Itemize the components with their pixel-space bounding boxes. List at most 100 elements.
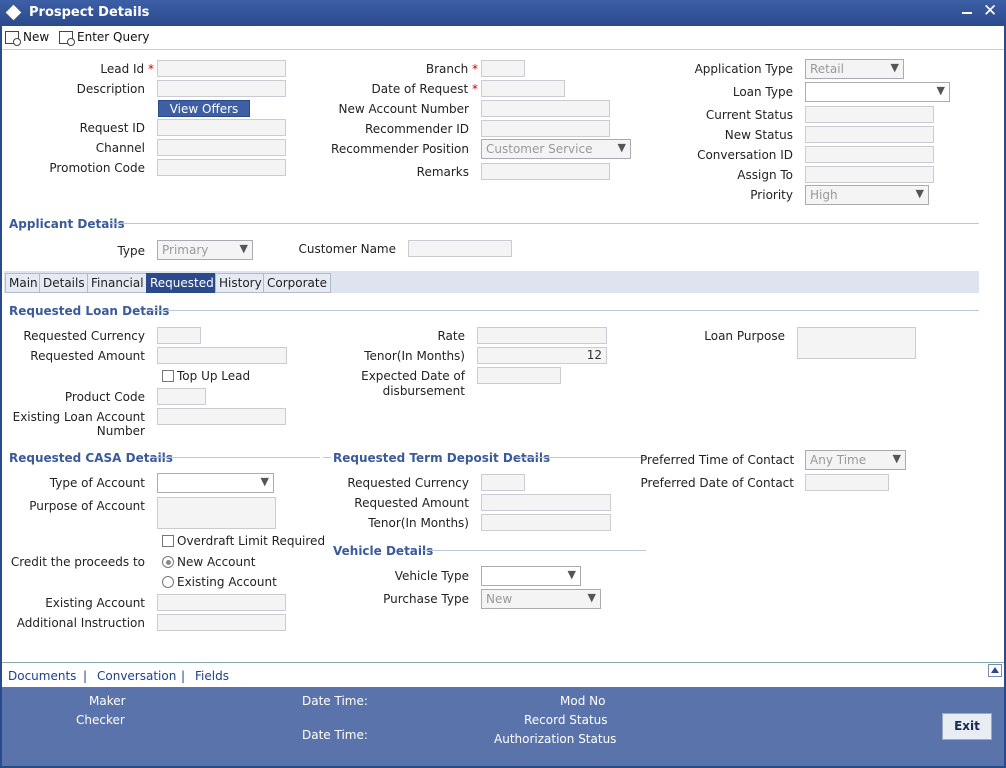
tab-requested[interactable]: Requested xyxy=(146,273,218,293)
channel-label: Channel xyxy=(95,141,145,155)
rate-input[interactable] xyxy=(477,327,607,344)
checker-datetime-label: Date Time: xyxy=(302,728,368,742)
application-type-select[interactable]: Retail ▼ xyxy=(805,59,904,79)
td-currency-input[interactable] xyxy=(481,474,525,491)
loan-purpose-label: Loan Purpose xyxy=(704,329,785,343)
exit-button[interactable]: Exit xyxy=(942,713,992,740)
remarks-label: Remarks xyxy=(416,165,469,179)
chevron-down-icon: ▼ xyxy=(567,568,576,581)
chevron-down-icon: ▼ xyxy=(892,452,901,465)
request-id-input[interactable] xyxy=(157,119,286,136)
minimize-icon[interactable] xyxy=(962,12,972,14)
product-code-input[interactable] xyxy=(157,388,206,405)
applicant-type-select[interactable]: Primary ▼ xyxy=(157,240,253,260)
existing-account-input[interactable] xyxy=(157,594,286,611)
lead-id-label: Lead Id * xyxy=(100,62,154,76)
record-status-label: Record Status xyxy=(524,713,608,727)
promotion-code-input[interactable] xyxy=(157,159,286,176)
credit-proceeds-label: Credit the proceeds to xyxy=(10,555,145,569)
chevron-down-icon: ▼ xyxy=(260,475,269,488)
conversation-link[interactable]: Conversation xyxy=(97,669,176,683)
section-divider xyxy=(422,550,646,551)
link-separator: | xyxy=(181,669,186,683)
preferred-time-label: Preferred Time of Contact xyxy=(640,453,795,467)
requested-amount-label: Requested Amount xyxy=(30,349,145,363)
link-separator: | xyxy=(83,669,88,683)
overdraft-limit-checkbox[interactable] xyxy=(162,535,174,547)
loan-purpose-input[interactable] xyxy=(797,327,916,359)
tenor-input[interactable]: 12 xyxy=(477,347,607,364)
requested-currency-input[interactable] xyxy=(157,327,201,344)
existing-account-radio[interactable] xyxy=(162,576,174,588)
vehicle-heading: Vehicle Details xyxy=(333,544,434,558)
purchase-type-select[interactable]: New ▼ xyxy=(481,589,601,609)
td-amount-input[interactable] xyxy=(481,494,611,511)
branch-label: Branch * xyxy=(425,62,478,76)
tab-details[interactable]: Details xyxy=(39,273,89,293)
new-account-radio[interactable] xyxy=(162,556,174,568)
applicant-type-label: Type xyxy=(117,244,145,258)
purpose-of-account-label: Purpose of Account xyxy=(29,499,145,513)
casa-heading: Requested CASA Details xyxy=(9,451,173,465)
lead-id-input[interactable] xyxy=(157,60,286,77)
date-of-request-input[interactable] xyxy=(481,80,565,97)
audit-footer: Maker Checker Date Time: Date Time: Mod … xyxy=(2,687,1004,766)
recommender-id-label: Recommender ID xyxy=(364,122,469,136)
preferred-time-select[interactable]: Any Time ▼ xyxy=(805,450,906,470)
conversation-id-label: Conversation ID xyxy=(697,148,793,162)
requested-amount-input[interactable] xyxy=(157,347,287,364)
documents-link[interactable]: Documents xyxy=(8,669,76,683)
tab-main[interactable]: Main xyxy=(5,273,42,293)
purchase-type-label: Purchase Type xyxy=(383,592,469,606)
tab-history[interactable]: History xyxy=(215,273,266,293)
customer-name-input[interactable] xyxy=(408,240,512,257)
current-status-input[interactable] xyxy=(805,106,934,123)
recommender-id-input[interactable] xyxy=(481,120,610,137)
remarks-input[interactable] xyxy=(481,163,610,180)
purpose-of-account-input[interactable] xyxy=(157,497,276,529)
priority-select[interactable]: High ▼ xyxy=(805,185,929,205)
recommender-position-select[interactable]: Customer Service ▼ xyxy=(481,139,631,159)
new-button[interactable]: New xyxy=(5,28,49,46)
chevron-down-icon: ▼ xyxy=(617,141,626,154)
new-icon xyxy=(5,30,21,46)
new-status-label: New Status xyxy=(724,128,793,142)
tab-corporate[interactable]: Corporate xyxy=(263,273,331,293)
conversation-id-input[interactable] xyxy=(805,146,934,163)
fields-link[interactable]: Fields xyxy=(195,669,229,683)
channel-input[interactable] xyxy=(157,139,286,156)
vehicle-type-select[interactable]: ▼ xyxy=(481,566,581,586)
new-account-number-input[interactable] xyxy=(481,100,610,117)
chevron-down-icon: ▼ xyxy=(239,242,248,255)
td-currency-label: Requested Currency xyxy=(347,476,469,490)
tab-financial[interactable]: Financial xyxy=(87,273,148,293)
scroll-up-icon[interactable] xyxy=(988,664,1002,677)
enter-query-button[interactable]: Enter Query xyxy=(59,28,150,46)
expected-date-label: Expected Date of disbursement xyxy=(361,369,465,398)
close-icon[interactable]: ✕ xyxy=(983,1,997,21)
chevron-down-icon: ▼ xyxy=(587,591,596,604)
app-icon xyxy=(5,4,22,21)
assign-to-input[interactable] xyxy=(805,166,934,183)
loan-type-select[interactable]: ▼ xyxy=(805,82,950,102)
type-of-account-select[interactable]: ▼ xyxy=(157,473,274,493)
td-tenor-input[interactable] xyxy=(481,514,611,531)
description-input[interactable] xyxy=(157,80,286,97)
branch-input[interactable] xyxy=(481,60,525,77)
new-status-input[interactable] xyxy=(805,126,934,143)
top-up-lead-checkbox[interactable] xyxy=(162,370,174,382)
existing-account-radio-label: Existing Account xyxy=(177,575,277,589)
maker-label: Maker xyxy=(89,694,126,708)
top-up-lead-label: Top Up Lead xyxy=(177,369,251,383)
chevron-down-icon: ▼ xyxy=(915,187,924,200)
preferred-date-input[interactable] xyxy=(805,474,889,491)
expected-date-input[interactable] xyxy=(477,367,561,384)
new-account-radio-label: New Account xyxy=(177,555,256,569)
existing-loan-account-input[interactable] xyxy=(157,408,286,425)
additional-instruction-input[interactable] xyxy=(157,614,286,631)
description-label: Description xyxy=(76,82,145,96)
enter-query-label: Enter Query xyxy=(77,30,150,44)
chevron-down-icon: ▼ xyxy=(890,61,899,74)
section-divider xyxy=(152,457,320,458)
view-offers-button[interactable]: View Offers xyxy=(158,100,250,117)
